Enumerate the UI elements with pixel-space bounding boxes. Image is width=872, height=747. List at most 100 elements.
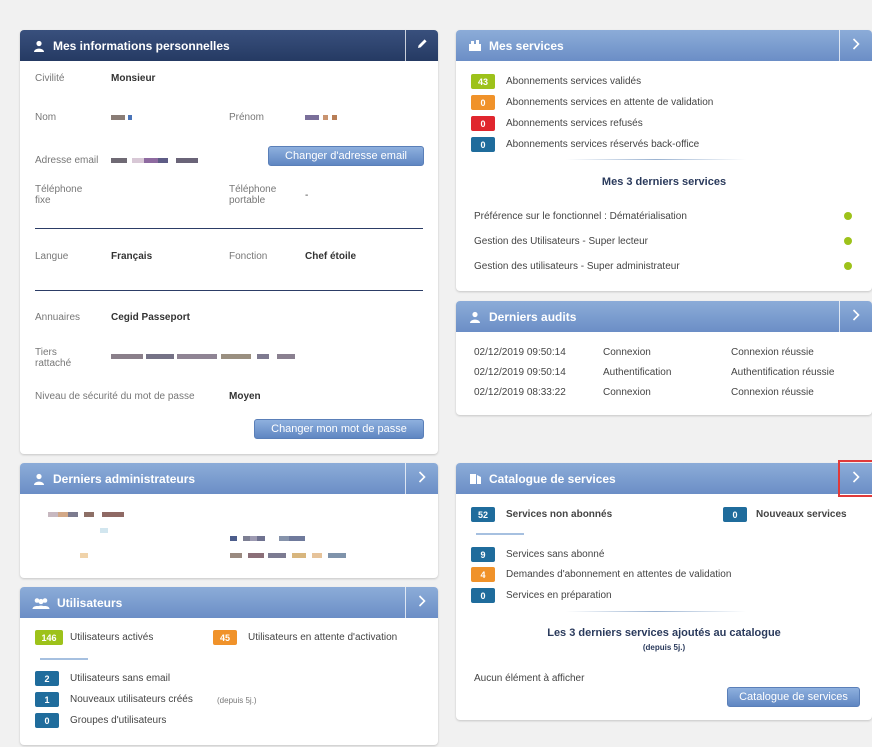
services-icon [468,40,482,52]
personal-info-panel: Mes informations personnelles Civilité M… [20,30,438,454]
audit-date: 02/12/2019 08:33:22 [474,387,566,398]
fonction-value: Chef étoile [305,251,357,262]
catalog-new-badge: 0 [723,507,747,522]
services-pending-badge: 0 [471,95,495,110]
tel-fixe-label: Téléphone fixe [35,184,83,206]
chevron-right-icon [418,595,426,610]
users-new-label[interactable]: Nouveaux utilisateurs créés [70,694,193,705]
chevron-right-icon [418,471,426,486]
email-value-redacted [111,155,198,166]
services-backoffice-label[interactable]: Abonnements services réservés back-offic… [506,139,699,150]
catalog-last-sub: (depuis 5j.) [642,643,686,652]
admin-redacted [80,550,88,561]
users-groups-badge: 0 [35,713,59,728]
check-status-icon [844,262,852,270]
admins-header: Derniers administrateurs [20,463,438,494]
user-icon [32,473,46,485]
change-password-button[interactable]: Changer mon mot de passe [254,419,424,439]
prenom-label: Prénom [229,112,265,123]
users-group-icon [32,597,50,609]
services-refused-badge: 0 [471,116,495,131]
admins-panel: Derniers administrateurs [20,463,438,578]
admin-redacted [100,525,108,536]
fonction-label: Fonction [229,251,268,262]
my-services-expand-button[interactable] [839,30,872,61]
prenom-value-redacted [305,112,337,123]
email-label: Adresse email [35,155,99,166]
catalog-divider-2 [566,611,746,612]
catalog-icon [468,473,482,485]
catalog-new-label[interactable]: Nouveaux services [756,509,847,520]
users-no-email-badge: 2 [35,671,59,686]
catalog-last-title: Les 3 derniers services ajoutés au catal… [547,627,781,639]
audit-date: 02/12/2019 09:50:14 [474,347,566,358]
admin-redacted [48,509,124,520]
tel-portable-value: - [305,190,309,201]
users-new-badge: 1 [35,692,59,707]
catalog-non-sub-label[interactable]: Services non abonnés [506,509,612,520]
nom-value-redacted [111,112,132,123]
langue-label: Langue [35,251,69,262]
admin-redacted [230,550,346,561]
audit-type: Authentification [603,367,672,378]
civilite-label: Civilité [35,73,65,84]
catalog-prep-label[interactable]: Services en préparation [506,590,612,601]
tel-portable-label: Téléphone portable [229,184,277,206]
catalog-no-sub-badge: 9 [471,547,495,562]
change-email-button[interactable]: Changer d'adresse email [268,146,424,166]
catalog-prep-badge: 0 [471,588,495,603]
my-services-title: Mes services [489,38,564,53]
catalog-no-sub-label[interactable]: Services sans abonné [506,549,604,560]
personal-info-header: Mes informations personnelles [20,30,438,61]
last-service-1[interactable]: Préférence sur le fonctionnel : Dématéri… [474,211,687,222]
personal-info-title: Mes informations personnelles [53,38,230,53]
pencil-icon [416,38,428,53]
tiers-value-redacted [111,351,295,362]
catalog-button[interactable]: Catalogue de services [727,687,860,707]
tiers-label: Tiers rattaché [35,347,72,369]
catalog-panel: Catalogue de services 52 Services non ab… [456,460,872,720]
my-services-header: Mes services [456,30,872,61]
langue-value: Français [111,251,153,262]
edit-personal-info-button[interactable] [405,30,438,61]
users-pending-badge: 45 [213,630,237,645]
catalog-requests-label[interactable]: Demandes d'abonnement en attentes de val… [506,569,731,580]
services-validated-label[interactable]: Abonnements services validés [506,76,641,87]
niveau-label: Niveau de sécurité du mot de passe [35,391,195,402]
services-backoffice-badge: 0 [471,137,495,152]
admins-title: Derniers administrateurs [53,471,196,486]
annuaires-value: Cegid Passeport [111,312,190,323]
users-groups-label[interactable]: Groupes d'utilisateurs [70,715,166,726]
services-validated-badge: 43 [471,74,495,89]
audits-header: Derniers audits [456,301,872,332]
users-panel: Utilisateurs 146 Utilisateurs activés 45… [20,587,438,745]
chevron-right-icon [852,309,860,324]
chevron-right-icon [852,38,860,53]
catalog-divider [476,533,524,535]
separator-1 [35,228,423,229]
services-pending-label[interactable]: Abonnements services en attente de valid… [506,97,713,108]
services-refused-label[interactable]: Abonnements services refusés [506,118,643,129]
catalog-non-sub-badge: 52 [471,507,495,522]
niveau-value: Moyen [229,391,261,402]
last-service-3[interactable]: Gestion des utilisateurs - Super adminis… [474,261,680,272]
users-pending-label[interactable]: Utilisateurs en attente d'activation [248,632,397,643]
admins-expand-button[interactable] [405,463,438,494]
users-divider [40,658,88,660]
users-new-note: (depuis 5j.) [217,696,257,705]
last-service-2[interactable]: Gestion des Utilisateurs - Super lecteur [474,236,648,247]
catalog-expand-button[interactable] [838,460,872,497]
users-no-email-label[interactable]: Utilisateurs sans email [70,673,170,684]
user-icon [468,311,482,323]
audit-result: Connexion réussie [731,387,814,398]
audits-panel: Derniers audits 02/12/2019 09:50:14 Conn… [456,301,872,415]
audits-expand-button[interactable] [839,301,872,332]
catalog-empty-text: Aucun élément à afficher [474,673,585,684]
users-header: Utilisateurs [20,587,438,618]
nom-label: Nom [35,112,57,123]
separator-2 [35,290,423,291]
users-expand-button[interactable] [405,587,438,618]
user-icon [32,40,46,52]
audits-title: Derniers audits [489,309,577,324]
users-active-label[interactable]: Utilisateurs activés [70,632,153,643]
